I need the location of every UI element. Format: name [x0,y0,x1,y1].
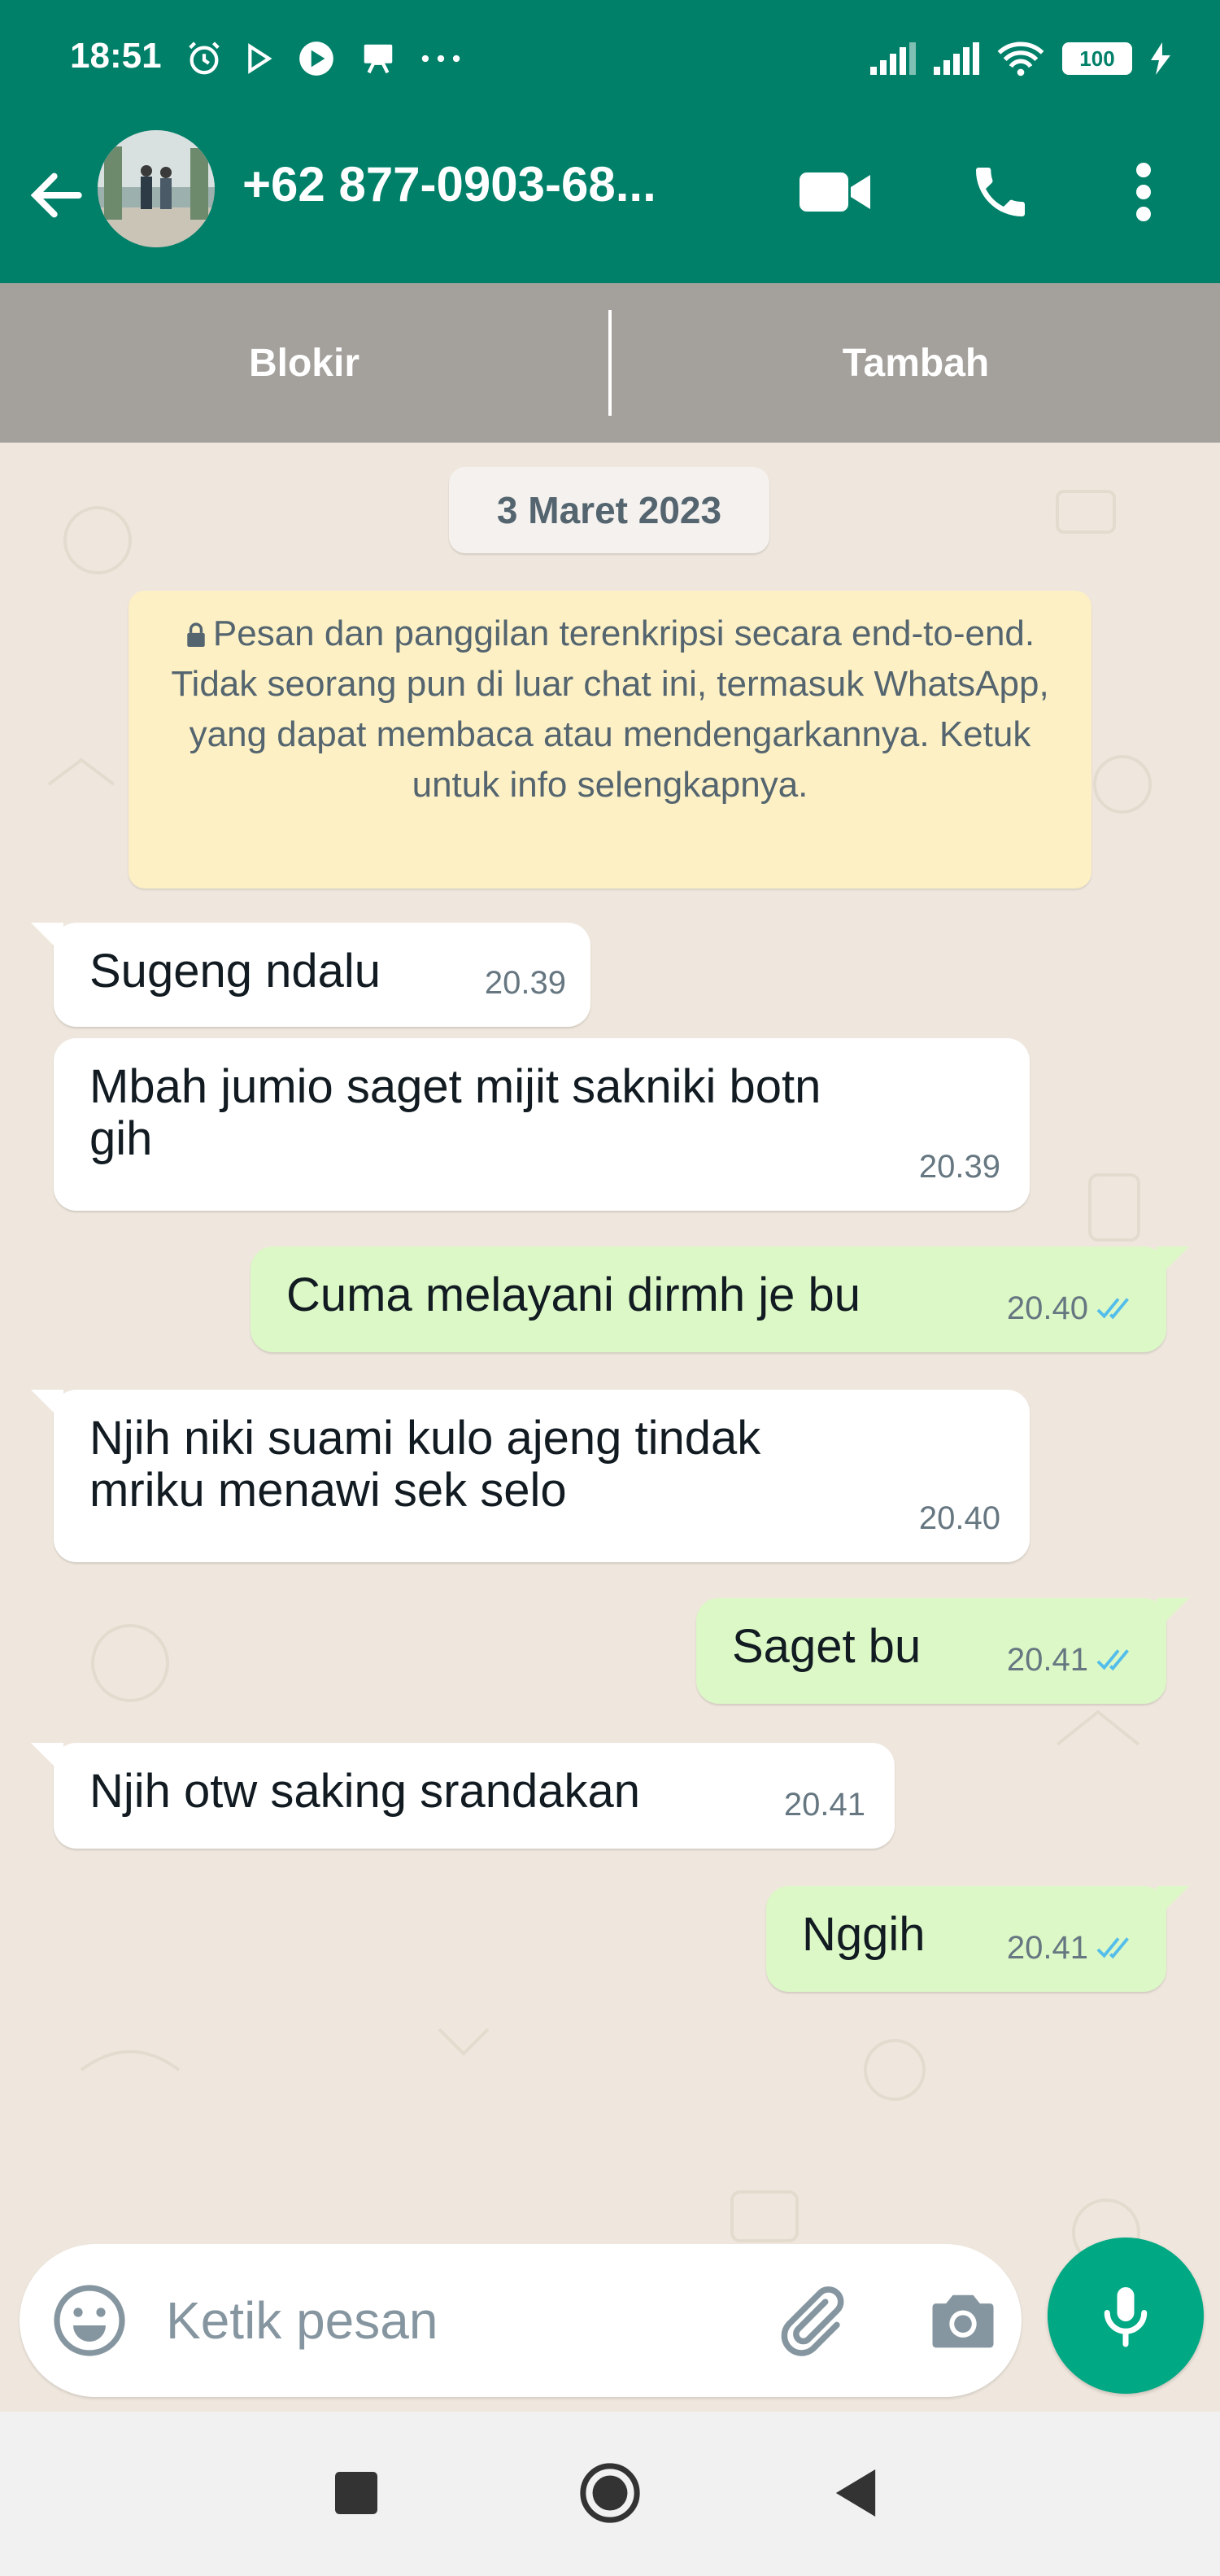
message-bubble-outgoing[interactable]: Cuma melayani dirmh je bu 20.40 [251,1247,1189,1352]
more-options-button[interactable] [1105,153,1183,231]
message-time: 20.41 [1006,1642,1088,1678]
message-bubble-outgoing[interactable]: Saget bu 20.41 [696,1598,1189,1704]
square-icon [335,2472,377,2514]
message-line: mriku menawi sek selo [89,1464,567,1517]
status-bar: 18:51 100 [0,0,1220,120]
message-text: Nggih [802,1908,926,1961]
message-bubble-incoming[interactable]: Mbah jumio saget mijit sakniki botn gih … [54,1038,1030,1211]
contact-name[interactable]: +62 877-0903-68... [242,156,763,212]
message-bubble-incoming[interactable]: Sugeng ndalu 20.39 [31,923,590,1027]
message-bubble-incoming[interactable]: Njih niki suami kulo ajeng tindak mriku … [31,1390,1030,1562]
home-circle-icon [580,2463,640,2523]
home-button[interactable] [569,2452,651,2534]
back-arrow-icon[interactable] [24,163,89,228]
more-vert-icon [1136,163,1151,221]
message-text: Saget bu [732,1620,922,1673]
bubble-tail [1157,1598,1189,1631]
bubble-tail [31,923,63,955]
signal-icon [870,42,916,75]
unknown-contact-bar: Blokir Tambah [0,283,1220,443]
encryption-notice-text: Pesan dan panggilan terenkripsi secara e… [171,613,1049,805]
signal-icon [934,42,979,75]
message-text: Njih otw saking srandakan [89,1765,641,1818]
system-nav-bar [0,2412,1220,2576]
message-time: 20.40 [918,1500,1000,1536]
bubble-tail [1157,1247,1189,1279]
voice-call-button[interactable] [961,153,1039,231]
message-input[interactable] [166,2277,735,2364]
message-bubble-outgoing[interactable]: Nggih 20.41 [766,1886,1189,1992]
status-time: 18:51 [70,36,162,76]
lock-icon [187,622,205,647]
message-line: Mbah jumio saget mijit sakniki botn [89,1060,821,1113]
read-receipt-icon [1096,1649,1129,1671]
chat-area[interactable]: 3 Maret 2023 Pesan dan panggilan terenkr… [0,443,1220,2412]
message-time: 20.39 [484,965,566,1001]
video-call-icon [800,172,870,212]
media-icon [299,41,333,76]
play-icon [248,43,272,74]
read-receipt-icon [1096,1937,1129,1959]
voice-message-button[interactable] [1048,2238,1204,2394]
message-line: gih [89,1112,153,1165]
recents-button[interactable] [316,2452,397,2534]
back-button[interactable] [815,2452,896,2534]
camera-button[interactable] [922,2280,1004,2361]
phone-icon [976,168,1025,216]
message-text: Njih niki suami kulo ajeng tindak mriku … [89,1412,760,1517]
read-receipt-icon [1096,1298,1129,1320]
bubble-tail [31,1743,63,1775]
charging-icon [1151,42,1170,75]
wifi-icon [997,41,1044,76]
avatar[interactable] [98,130,215,247]
message-text: Mbah jumio saget mijit sakniki botn gih [89,1061,821,1165]
alarm-icon [189,41,220,75]
message-text: Cuma melayani dirmh je bu [286,1268,861,1321]
bubble-tail [31,1390,63,1422]
emoji-icon [54,2285,125,2356]
message-time: 20.41 [1006,1930,1088,1966]
add-contact-button[interactable]: Tambah [612,341,1220,386]
message-text: Sugeng ndalu [89,945,381,998]
date-chip: 3 Maret 2023 [449,467,769,553]
more-dots-icon [421,55,460,63]
microphone-icon [1104,2287,1148,2347]
chat-header: +62 877-0903-68... [0,120,1220,283]
message-composer [20,2244,1022,2397]
message-time: 20.39 [918,1149,1000,1185]
paperclip-icon [781,2286,844,2356]
message-bubble-incoming[interactable]: Njih otw saking srandakan 20.41 [31,1743,895,1849]
block-button[interactable]: Blokir [0,341,608,386]
desktop-icon [364,44,393,74]
battery-icon: 100 [1062,42,1132,75]
bubble-tail [1157,1886,1189,1919]
message-line: Njih niki suami kulo ajeng tindak [89,1412,761,1465]
message-time: 20.40 [1006,1290,1088,1326]
attach-button[interactable] [769,2280,851,2361]
notification-icons [185,36,462,81]
camera-icon [932,2294,994,2348]
emoji-button[interactable] [50,2281,129,2360]
encryption-notice[interactable]: Pesan dan panggilan terenkripsi secara e… [129,591,1091,889]
back-triangle-icon [835,2469,876,2517]
video-call-button[interactable] [797,153,875,231]
message-time: 20.41 [783,1787,865,1823]
status-icons: 100 [870,36,1171,81]
